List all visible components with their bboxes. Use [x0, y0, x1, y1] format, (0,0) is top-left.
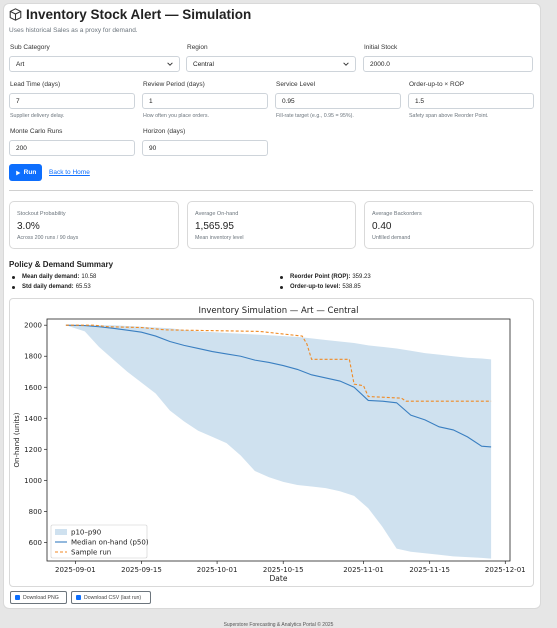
region-label: Region [187, 44, 208, 51]
x-tick-label: 2025-09-01 [55, 566, 96, 574]
initial-stock-input[interactable]: 2000.0 [363, 56, 533, 72]
summary-item-order-up-to: Order-up-to level: 538.85 [280, 284, 361, 290]
service-level-help: Fill-rate target (e.g., 0.95 = 95%). [276, 113, 354, 119]
stat-value: 0.40 [372, 221, 392, 232]
y-tick-label: 1400 [24, 415, 42, 423]
bullet [12, 285, 15, 289]
page-subtitle: Uses historical Sales as a proxy for dem… [9, 27, 138, 34]
summary-rop-label: Reorder Point (ROP): [290, 274, 351, 280]
lead-time-input[interactable]: 7 [9, 93, 135, 109]
stat-card-backorders: Average Backorders 0.40 Unfilled demand [364, 201, 534, 249]
stat-hint: Mean inventory level [195, 235, 244, 241]
play-icon [15, 170, 21, 175]
bullet [280, 285, 283, 289]
summary-out-label: Order-up-to level: [290, 284, 341, 290]
sub-category-value: Art [16, 60, 25, 68]
mc-runs-input[interactable]: 200 [9, 140, 135, 156]
box-icon [9, 8, 22, 21]
stat-card-stockout: Stockout Probability 3.0% Across 200 run… [9, 201, 179, 249]
sub-category-select[interactable]: Art [9, 56, 180, 72]
x-axis-label: Date [270, 574, 288, 583]
review-period-input[interactable]: 1 [142, 93, 268, 109]
summary-mean-value: 10.58 [81, 274, 97, 280]
x-tick-label: 2025-10-15 [263, 566, 304, 574]
order-up-to-help: Safety span above Reorder Point. [409, 113, 489, 119]
summary-item-rop: Reorder Point (ROP): 359.23 [280, 274, 371, 280]
divider [9, 190, 533, 191]
run-button[interactable]: Run [9, 164, 42, 181]
stat-value: 3.0% [17, 221, 40, 232]
summary-std-value: 65.53 [75, 284, 91, 290]
download-csv-button[interactable]: Download CSV (last run) [71, 591, 151, 604]
y-tick-label: 1200 [24, 446, 42, 454]
chart-title: Inventory Simulation — Art — Central [199, 306, 359, 316]
summary-item-std: Std daily demand: 65.53 [12, 284, 91, 290]
stat-card-on-hand: Average On-hand 1,565.95 Mean inventory … [187, 201, 356, 249]
service-level-input[interactable]: 0.95 [275, 93, 401, 109]
region-select[interactable]: Central [186, 56, 356, 72]
x-tick-label: 2025-11-15 [409, 566, 450, 574]
chart-container: Inventory Simulation — Art — Central 600 8… [9, 298, 534, 587]
x-tick-label: 2025-12-01 [485, 566, 526, 574]
service-level-label: Service Level [276, 81, 316, 88]
chevron-down-icon [343, 62, 349, 66]
initial-stock-label: Initial Stock [364, 44, 398, 51]
stat-label: Average Backorders [372, 211, 422, 217]
inventory-chart: Inventory Simulation — Art — Central 600 8… [13, 306, 526, 583]
download-png-button[interactable]: Download PNG [10, 591, 67, 604]
page-title: Inventory Stock Alert — Simulation [26, 7, 252, 22]
page-header: Inventory Stock Alert — Simulation [9, 7, 251, 22]
lead-time-help: Supplier delivery delay. [10, 113, 65, 119]
p10-p90-band [65, 325, 492, 559]
bullet [280, 275, 283, 279]
legend-label-band: p10–p90 [71, 529, 101, 537]
order-up-to-label: Order-up-to × ROP [409, 81, 465, 88]
summary-out-value: 538.85 [342, 284, 361, 290]
y-tick-label: 1600 [24, 384, 42, 392]
sub-category-label: Sub Category [10, 44, 50, 51]
review-period-help: How often you place orders. [143, 113, 209, 119]
lead-time-label: Lead Time (days) [10, 81, 61, 88]
download-png-label: Download PNG [23, 594, 59, 601]
y-tick-label: 1000 [24, 477, 42, 485]
horizon-input[interactable]: 90 [142, 140, 268, 156]
horizon-label: Horizon (days) [143, 128, 186, 135]
legend-label-median: Median on-hand (p50) [71, 539, 149, 547]
stat-label: Stockout Probability [17, 211, 66, 217]
region-value: Central [193, 60, 214, 68]
download-csv-label: Download CSV (last run) [84, 594, 142, 601]
x-tick-label: 2025-09-15 [121, 566, 162, 574]
summary-mean-label: Mean daily demand: [22, 274, 80, 280]
summary-heading: Policy & Demand Summary [9, 260, 114, 269]
legend-label-sample: Sample run [71, 549, 111, 557]
stat-hint: Unfilled demand [372, 235, 411, 241]
x-tick-label: 2025-11-01 [343, 566, 384, 574]
chevron-down-icon [167, 62, 173, 66]
mc-runs-label: Monte Carlo Runs [10, 128, 63, 135]
back-home-link[interactable]: Back to Home [49, 169, 90, 176]
stat-value: 1,565.95 [195, 221, 234, 232]
y-tick-label: 600 [29, 539, 42, 547]
stat-hint: Across 200 runs / 90 days [17, 235, 79, 241]
review-period-label: Review Period (days) [143, 81, 205, 88]
order-up-to-input[interactable]: 1.5 [408, 93, 534, 109]
summary-item-mean: Mean daily demand: 10.58 [12, 274, 96, 280]
run-button-label: Run [23, 169, 37, 176]
download-icon [76, 595, 81, 600]
footer: Superstore Forecasting & Analytics Porta… [223, 622, 334, 628]
stat-label: Average On-hand [195, 211, 239, 217]
y-tick-label: 1800 [24, 353, 42, 361]
legend-swatch-band [55, 529, 67, 535]
y-tick-label: 2000 [24, 322, 42, 330]
x-tick-label: 2025-10-01 [197, 566, 238, 574]
y-tick-label: 800 [29, 508, 42, 516]
summary-rop-value: 359.23 [352, 274, 371, 280]
summary-std-label: Std daily demand: [22, 284, 74, 290]
download-icon [15, 595, 20, 600]
y-axis-label: On-hand (units) [13, 412, 21, 467]
bullet [12, 275, 15, 279]
